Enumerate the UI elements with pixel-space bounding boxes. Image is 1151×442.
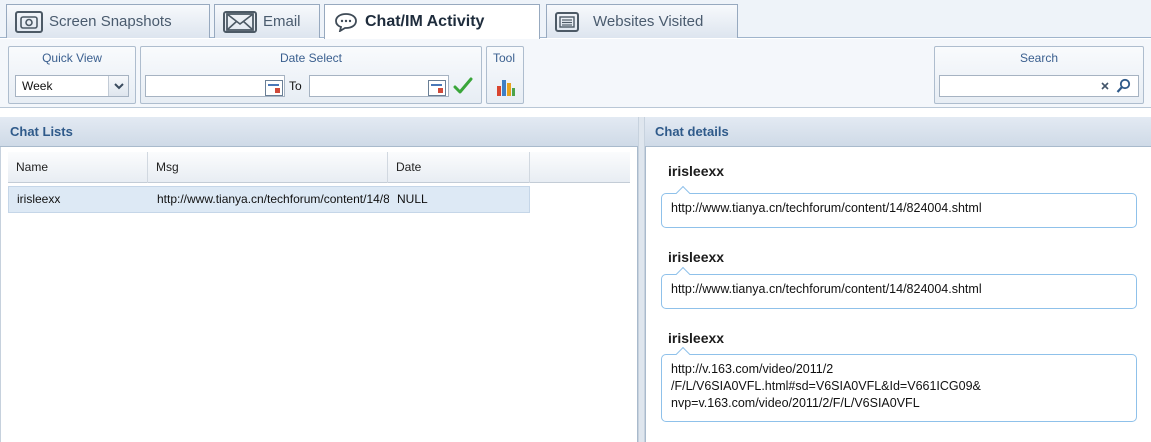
tab-label: Websites Visited — [593, 13, 704, 30]
chat-message: http://v.163.com/video/2011/2 /F/L/V6SIA… — [661, 346, 1137, 422]
chat-message-line: nvp=v.163.com/video/2011/2/F/L/V6SIA0VFL — [671, 396, 920, 410]
calendar-to-icon[interactable] — [428, 80, 446, 96]
bar-chart-icon[interactable] — [496, 77, 516, 100]
toolbar: Quick View Week Date Select To Tool Sear… — [0, 39, 1151, 108]
chat-message-text: http://www.tianya.cn/techforum/content/1… — [671, 282, 982, 296]
table-row[interactable]: irisleexx http://www.tianya.cn/techforum… — [8, 186, 530, 213]
search-title: Search — [1019, 51, 1059, 65]
chat-username: irisleexx — [668, 163, 725, 179]
tab-label: Chat/IM Activity — [365, 13, 485, 30]
chat-message-line: /F/L/V6SIA0VFL.html#sd=V6SIA0VFL&Id=V661… — [671, 379, 981, 393]
search-group: Search — [934, 46, 1144, 104]
quick-view-title: Quick View — [42, 51, 102, 65]
quick-view-value: Week — [22, 79, 53, 93]
chat-username: irisleexx — [668, 330, 725, 346]
envelope-icon — [223, 10, 257, 33]
cell-date: NULL — [397, 192, 428, 206]
apply-check-icon[interactable] — [453, 77, 473, 98]
chat-message: http://www.tianya.cn/techforum/content/1… — [661, 185, 1137, 228]
chat-message-line: http://v.163.com/video/2011/2 — [671, 362, 834, 376]
camera-icon — [15, 10, 43, 33]
chat-bubble-icon — [333, 11, 359, 33]
chat-username: irisleexx — [668, 249, 725, 265]
clear-icon[interactable] — [1100, 80, 1110, 94]
calendar-from-icon[interactable] — [265, 80, 283, 96]
chat-lists-title: Chat Lists — [0, 117, 638, 147]
chat-message: http://www.tianya.cn/techforum/content/1… — [661, 266, 1137, 309]
quick-view-select[interactable]: Week — [15, 75, 129, 97]
tool-title: Tool — [493, 51, 516, 65]
tab-email[interactable]: Email — [214, 4, 320, 38]
column-header-date[interactable]: Date — [388, 152, 530, 183]
date-to-label: To — [289, 79, 302, 93]
tab-chat-im-activity[interactable]: Chat/IM Activity — [324, 4, 540, 39]
date-from-input[interactable] — [145, 75, 285, 97]
chat-details-title: Chat details — [645, 117, 1151, 147]
search-icon[interactable] — [1116, 78, 1132, 97]
chevron-down-icon[interactable] — [108, 76, 128, 96]
tab-screen-snapshots[interactable]: Screen Snapshots — [6, 4, 210, 38]
tab-bar: Screen Snapshots Email Chat/IM Activity … — [0, 0, 1151, 39]
chat-message-text: http://www.tianya.cn/techforum/content/1… — [671, 201, 982, 215]
chat-lists-header: Name Msg Date — [8, 152, 630, 183]
date-select-title: Date Select — [279, 51, 343, 65]
tab-websites-visited[interactable]: Websites Visited — [546, 4, 738, 38]
cell-msg: http://www.tianya.cn/techforum/content/1… — [157, 192, 389, 206]
tool-group: Tool — [486, 46, 524, 104]
panel-splitter[interactable] — [638, 117, 645, 442]
tab-label: Email — [263, 13, 301, 30]
tab-label: Screen Snapshots — [49, 13, 172, 30]
date-select-group: Date Select To — [140, 46, 482, 104]
column-header-name[interactable]: Name — [8, 152, 148, 183]
column-header-msg[interactable]: Msg — [148, 152, 388, 183]
quick-view-group: Quick View Week — [8, 46, 136, 104]
cell-name: irisleexx — [17, 192, 61, 206]
browser-window-icon — [555, 11, 579, 32]
